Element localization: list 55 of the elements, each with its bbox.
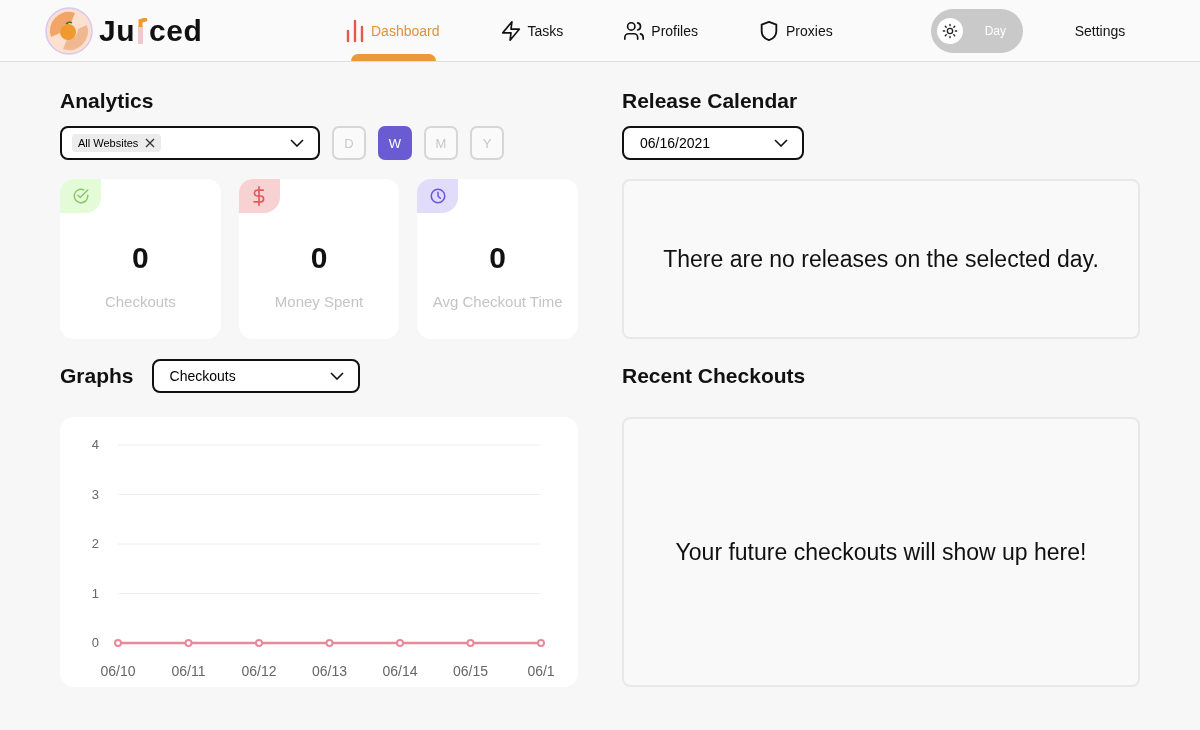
graph-select[interactable]: Checkouts <box>151 359 360 393</box>
settings-link[interactable]: Settings <box>1068 21 1132 40</box>
stat-value: 0 <box>310 241 328 275</box>
straw-icon <box>136 17 148 44</box>
x-tick-label: 06/14 <box>382 663 418 679</box>
sun-icon <box>941 22 958 39</box>
data-point <box>184 639 193 647</box>
data-point <box>466 639 475 647</box>
website-select[interactable]: All Websites <box>60 126 320 160</box>
period-button[interactable]: W <box>378 126 412 160</box>
filter-tag: All Websites <box>72 134 162 152</box>
bar-chart-icon <box>345 18 365 43</box>
empty-message: There are no releases on the selected day. <box>663 245 1099 273</box>
chevron-down-icon <box>774 139 788 147</box>
date-select[interactable]: 06/16/2021 <box>622 126 804 160</box>
section-title: Recent Checkouts <box>622 363 806 389</box>
shield-icon <box>758 18 780 43</box>
section-title: Graphs <box>60 363 134 389</box>
clock-icon <box>428 187 447 205</box>
data-point <box>114 639 122 647</box>
check-circle-icon <box>71 187 90 205</box>
y-tick-label: 1 <box>91 585 99 601</box>
empty-message: Your future checkouts will show up here! <box>675 538 1087 566</box>
data-point <box>396 639 404 647</box>
y-tick-label: 3 <box>91 486 99 502</box>
stat-value: 0 <box>489 241 506 275</box>
data-point <box>537 639 545 647</box>
stat-value: 0 <box>132 241 149 275</box>
stat-label: Avg Checkout Time <box>432 293 563 310</box>
remove-icon[interactable] <box>145 138 156 148</box>
stat-label: Checkouts <box>104 293 176 310</box>
chevron-down-icon <box>290 139 304 147</box>
chevron-down-icon <box>329 372 344 380</box>
x-tick-label: 06/13 <box>312 663 347 679</box>
section-title: Release Calendar <box>622 88 799 114</box>
users-icon <box>623 19 646 42</box>
data-point <box>255 639 263 647</box>
x-tick-label: 06/11 <box>171 663 206 679</box>
nav-tab[interactable]: Tasks <box>499 0 564 61</box>
lightning-icon <box>499 19 522 42</box>
y-tick-label: 2 <box>91 536 99 551</box>
nav-tab[interactable]: Profiles <box>623 0 698 61</box>
stat-label: Money Spent <box>274 293 364 310</box>
y-tick-label: 4 <box>91 437 99 452</box>
x-tick-label: 06/15 <box>453 663 488 679</box>
x-tick-label: 06/10 <box>100 663 136 679</box>
data-point <box>325 639 334 647</box>
x-tick-label: 06/12 <box>241 663 277 679</box>
brand-name-start: Ju <box>99 13 135 48</box>
nav-tab[interactable]: Proxies <box>758 0 833 61</box>
brand-name-end: ced <box>149 13 203 48</box>
x-tick-label: 06/1 <box>527 663 555 679</box>
fruit-logo-icon <box>45 6 93 55</box>
y-tick-label: 0 <box>91 635 99 650</box>
section-title: Analytics <box>60 88 155 114</box>
